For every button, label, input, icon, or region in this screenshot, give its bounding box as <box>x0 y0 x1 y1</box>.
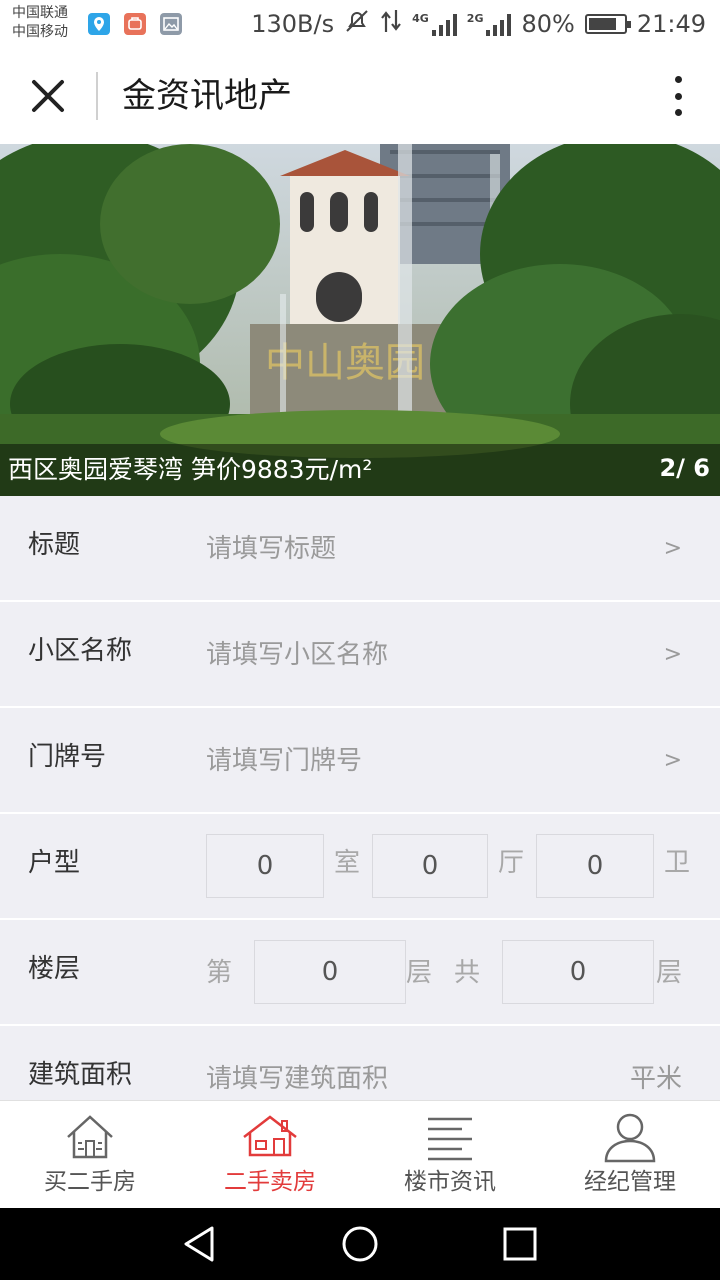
net-speed: 130B/s <box>251 10 335 38</box>
location-app-icon <box>88 13 110 35</box>
chevron-right-icon: > <box>663 748 682 773</box>
tab-label: 买二手房 <box>44 1169 136 1195</box>
title-divider <box>96 72 98 120</box>
shop-app-icon <box>124 13 146 35</box>
house-sell-icon <box>243 1115 297 1157</box>
recents-icon[interactable] <box>500 1224 540 1264</box>
floor-total-input[interactable]: 0 <box>502 940 654 1004</box>
tab-label: 经纪管理 <box>584 1169 676 1195</box>
chevron-right-icon: > <box>663 536 682 561</box>
banner-carousel[interactable]: 中山奥园 西区奥园爱琴湾 笋价9883元/m² 2/ 6 <box>0 144 720 496</box>
floor-current-input[interactable]: 0 <box>254 940 406 1004</box>
floor-end-unit: 层 <box>656 958 683 988</box>
tab-label: 楼市资讯 <box>404 1169 496 1195</box>
more-dot <box>674 92 682 100</box>
page-title: 金资讯地产 <box>122 76 292 116</box>
halls-input[interactable]: 0 <box>372 834 488 898</box>
battery-fill <box>588 18 617 30</box>
more-menu-button[interactable] <box>666 76 690 116</box>
rooms-unit: 室 <box>334 848 361 878</box>
clock: 21:49 <box>636 10 706 38</box>
layout-label: 户型 <box>28 848 81 878</box>
title-bar: 金资讯地产 <box>0 48 720 144</box>
area-row[interactable]: 建筑面积 请填写建筑面积 平米 <box>0 1026 720 1100</box>
back-icon[interactable] <box>180 1224 220 1264</box>
community-row[interactable]: 小区名称 请填写小区名称 > <box>0 602 720 708</box>
baths-unit: 卫 <box>664 848 691 878</box>
close-button[interactable] <box>22 70 74 122</box>
tab-agent-management[interactable]: 经纪管理 <box>540 1101 720 1208</box>
listing-form: 标题 请填写标题 > 小区名称 请填写小区名称 > 门牌号 请填写门牌号 > 户… <box>0 496 720 1100</box>
system-nav-bar <box>0 1208 720 1280</box>
battery-percent: 80% <box>521 10 575 38</box>
battery-icon <box>584 14 631 34</box>
banner-caption-bar: 西区奥园爱琴湾 笋价9883元/m² 2/ 6 <box>0 444 720 496</box>
door-number-row[interactable]: 门牌号 请填写门牌号 > <box>0 708 720 814</box>
more-dot <box>674 109 682 116</box>
close-icon <box>32 80 64 112</box>
title-row[interactable]: 标题 请填写标题 > <box>0 496 720 602</box>
bottom-tab-bar: 买二手房 二手卖房 楼市资讯 经纪管理 <box>0 1100 720 1208</box>
door-number-input[interactable]: 请填写门牌号 <box>206 744 362 778</box>
signal-2g-icon: 2G <box>467 12 512 36</box>
floor-row: 楼层 第 0 层 共 0 层 <box>0 920 720 1026</box>
floor-prefix: 第 <box>206 958 233 988</box>
floor-label: 楼层 <box>28 954 81 984</box>
gallery-app-icon <box>160 13 182 35</box>
net-4g-label: 4G <box>412 12 429 25</box>
news-lines-icon <box>428 1117 472 1161</box>
tab-label: 二手卖房 <box>224 1169 316 1195</box>
more-dot <box>674 76 682 83</box>
mute-icon <box>344 8 370 40</box>
community-input[interactable]: 请填写小区名称 <box>206 638 388 672</box>
banner-caption: 西区奥园爱琴湾 笋价9883元/m² <box>8 455 373 484</box>
community-label: 小区名称 <box>28 636 133 666</box>
signal-4g-icon: 4G <box>412 12 457 36</box>
baths-input[interactable]: 0 <box>536 834 654 898</box>
floor-mid-unit: 层 <box>406 958 433 988</box>
title-input[interactable]: 请填写标题 <box>206 532 336 566</box>
area-input[interactable]: 请填写建筑面积 <box>206 1062 388 1096</box>
chevron-right-icon: > <box>663 642 682 667</box>
net-2g-label: 2G <box>466 12 484 25</box>
area-label: 建筑面积 <box>28 1060 133 1090</box>
area-unit: 平米 <box>629 1064 682 1094</box>
house-icon <box>67 1115 113 1159</box>
rooms-input[interactable]: 0 <box>206 834 324 898</box>
carrier-2: 中国移动 <box>12 24 68 40</box>
data-transfer-icon <box>380 8 402 40</box>
carrier-1: 中国联通 <box>12 5 68 21</box>
banner-index: 2/ 6 <box>659 454 710 482</box>
home-icon[interactable] <box>340 1224 380 1264</box>
tab-sell-second-hand[interactable]: 二手卖房 <box>180 1101 360 1208</box>
title-label: 标题 <box>28 530 81 560</box>
status-bar: 中国联通 中国移动 130B/s 4G 2G 80% 21:49 <box>0 0 720 48</box>
tab-market-news[interactable]: 楼市资讯 <box>360 1101 540 1208</box>
person-icon <box>604 1113 656 1163</box>
door-number-label: 门牌号 <box>28 742 107 772</box>
tab-buy-second-hand[interactable]: 买二手房 <box>0 1101 180 1208</box>
floor-total-prefix: 共 <box>454 958 481 988</box>
halls-unit: 厅 <box>498 848 525 878</box>
layout-row: 户型 0 室 0 厅 0 卫 <box>0 814 720 920</box>
carrier-info: 中国联通 中国移动 <box>12 4 68 42</box>
